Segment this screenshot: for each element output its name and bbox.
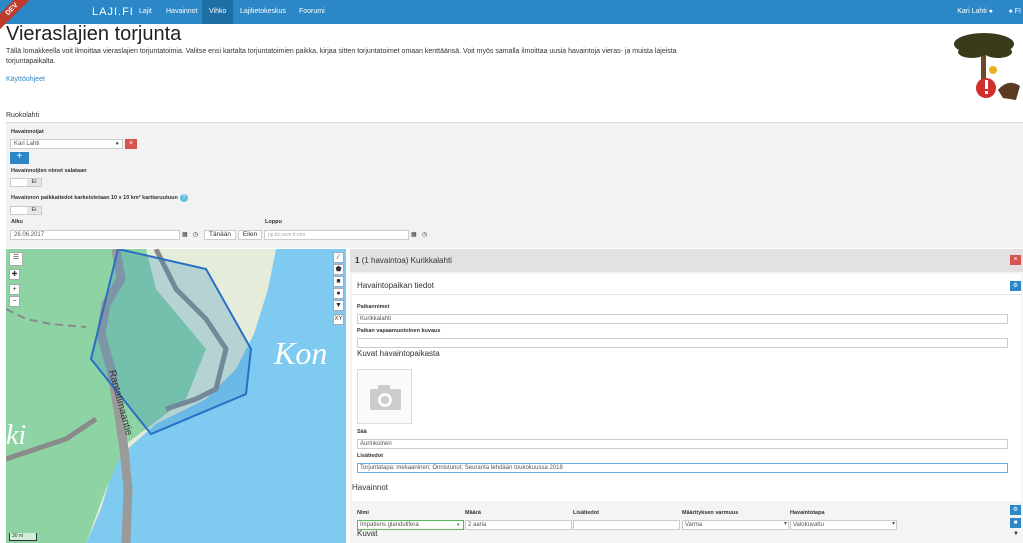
- end-date-label: Loppu: [265, 219, 282, 225]
- location-marker-icon[interactable]: ▼: [1013, 531, 1019, 537]
- language-menu[interactable]: ● FI: [1009, 0, 1021, 24]
- top-navbar: DEV LAJI.FI Lajit Havainnot Vihko Lajiti…: [0, 0, 1023, 32]
- hide-names-label: Havainnoijien nimet salataan: [11, 168, 87, 174]
- place-names-label: Paikannimet: [357, 304, 390, 310]
- weather-input[interactable]: Aurinkoinen: [357, 439, 1008, 449]
- today-button[interactable]: Tänään: [204, 230, 236, 240]
- draw-polygon-icon[interactable]: ⬟: [333, 264, 344, 275]
- col-notes: Lisätiedot: [573, 510, 599, 516]
- nav-vihko[interactable]: Vihko: [202, 0, 234, 24]
- end-clock-icon[interactable]: ◷: [422, 231, 427, 238]
- place-header: 1 (1 havaintoa) Kurikkalahti: [350, 249, 1023, 272]
- observation-images-title: Kuvat: [357, 529, 378, 538]
- observations-title: Havainnot: [352, 483, 389, 492]
- coarse-location-toggle-text: Ei: [27, 207, 41, 214]
- place-header-text: (1 havaintoa) Kurikkalahti: [361, 256, 452, 265]
- species-name-value: Impatiens glandulifera: [360, 522, 419, 528]
- map-view[interactable]: Kon Rantatimaantie ki ☰ ✚ + − ∕ ⬟ ■ ● ▼ …: [6, 249, 346, 543]
- nav-lajitietokeskus[interactable]: Lajitietokeskus: [233, 0, 293, 24]
- place-desc-label: Paikan vapaamuotoinen kuvaus: [357, 328, 441, 334]
- user-name: Kari Lahti: [957, 8, 987, 15]
- instructions-link[interactable]: Käyttöohjeet: [6, 76, 45, 83]
- xy-coordinate-button[interactable]: XY: [333, 314, 344, 325]
- extra-info-input[interactable]: Torjuntatapa: mekaaninen; Onnistunut; Se…: [357, 463, 1008, 473]
- user-menu[interactable]: Kari Lahti ●: [957, 0, 993, 24]
- col-name: Nimi: [357, 510, 369, 516]
- observer-input[interactable]: Kari Lahti ●: [10, 139, 123, 149]
- start-date-label: Alku: [11, 219, 23, 225]
- globe-icon: ●: [1008, 8, 1013, 15]
- weather-label: Sää: [357, 429, 367, 435]
- tag-icon: ●: [456, 522, 460, 528]
- place-images-title: Kuvat havaintopaikasta: [357, 349, 440, 358]
- map-place-label: Kon: [273, 335, 327, 371]
- person-icon: ●: [115, 141, 119, 147]
- hide-names-toggle[interactable]: Ei: [10, 178, 42, 187]
- place-count: 1: [355, 256, 360, 265]
- camera-icon: [370, 385, 401, 410]
- coarse-location-toggle[interactable]: Ei: [10, 206, 42, 215]
- hide-names-toggle-text: Ei: [27, 179, 41, 186]
- draw-marker-icon[interactable]: ▼: [333, 300, 344, 311]
- certainty-value: Varma: [685, 522, 703, 528]
- col-certainty: Määrityksen varmuus: [682, 510, 739, 516]
- clock-icon[interactable]: ◷: [193, 231, 198, 238]
- brand-logo[interactable]: LAJI.FI: [92, 6, 134, 18]
- zoom-out-button[interactable]: −: [9, 296, 20, 307]
- remove-observer-button[interactable]: ×: [125, 139, 137, 149]
- map-canvas: Kon Rantatimaantie ki: [6, 249, 327, 543]
- nav-havainnot[interactable]: Havainnot: [159, 0, 205, 24]
- intro-text: Tällä lomakkeella voit ilmoittaa vierasl…: [6, 48, 677, 65]
- notes-input[interactable]: [573, 520, 680, 530]
- end-date-input[interactable]: pp.kk.vvvv tt.mm: [264, 230, 409, 240]
- observation-settings-button[interactable]: ⚙: [1010, 505, 1021, 515]
- observers-label: Havainnoijat: [11, 129, 44, 135]
- start-date-input[interactable]: 26.06.2017: [10, 230, 180, 240]
- page-title: Vieraslajien torjunta: [6, 23, 182, 45]
- user-icon: ●: [988, 8, 993, 15]
- end-calendar-icon[interactable]: ▦: [411, 231, 417, 238]
- col-method: Havaintotapa: [790, 510, 825, 516]
- section-title: Ruokolahti: [6, 112, 40, 119]
- invasive-species-logo: [954, 33, 1020, 100]
- place-info-settings-button[interactable]: ⚙: [1010, 281, 1021, 291]
- method-select[interactable]: Valokuvattu ▾: [790, 520, 897, 530]
- nav-foorumi[interactable]: Foorumi: [292, 0, 332, 24]
- place-names-input[interactable]: Kurikkalahti: [357, 314, 1008, 324]
- observations-table: Nimi Määrä Lisätiedot Määrityksen varmuu…: [352, 501, 1021, 543]
- remove-place-button[interactable]: ×: [1010, 255, 1021, 265]
- chevron-down-icon: ▾: [783, 521, 787, 527]
- nav-lajit[interactable]: Lajit: [132, 0, 159, 24]
- draw-rectangle-icon[interactable]: ■: [333, 276, 344, 287]
- observer-value: Kari Lahti: [14, 141, 40, 147]
- chevron-down-icon: ▾: [891, 521, 895, 527]
- locate-icon[interactable]: ✚: [9, 269, 20, 280]
- coarse-location-label: Havainnon paikkatiedot karkeistetaan 10 …: [11, 195, 178, 201]
- zoom-in-button[interactable]: +: [9, 284, 20, 295]
- method-value: Valokuvattu: [793, 522, 824, 528]
- place-panel: 1 (1 havaintoa) Kurikkalahti × Havaintop…: [350, 249, 1023, 543]
- help-icon[interactable]: ?: [180, 194, 188, 202]
- draw-circle-icon[interactable]: ●: [333, 288, 344, 299]
- certainty-select[interactable]: Varma ▾: [682, 520, 789, 530]
- map-scale: 30 m: [9, 533, 37, 541]
- place-info-title: Havaintopaikan tiedot: [357, 281, 434, 290]
- calendar-icon[interactable]: ▦: [182, 231, 188, 238]
- yesterday-button[interactable]: Eilen: [238, 230, 262, 240]
- draw-line-icon[interactable]: ∕: [333, 252, 344, 263]
- place-info-card: Havaintopaikan tiedot ⚙ Paikannimet Kuri…: [352, 274, 1021, 504]
- map-left-label: ki: [6, 420, 26, 451]
- observation-image-button[interactable]: ■: [1010, 518, 1021, 528]
- place-desc-input[interactable]: [357, 338, 1008, 348]
- extra-info-label: Lisätiedot: [357, 453, 383, 459]
- add-observer-button[interactable]: +: [10, 152, 29, 164]
- col-amount: Määrä: [465, 510, 481, 516]
- amount-input[interactable]: 2 aaria: [465, 520, 572, 530]
- add-image-button[interactable]: [357, 369, 412, 424]
- layers-icon[interactable]: ☰: [9, 252, 23, 266]
- language-label: FI: [1014, 8, 1021, 15]
